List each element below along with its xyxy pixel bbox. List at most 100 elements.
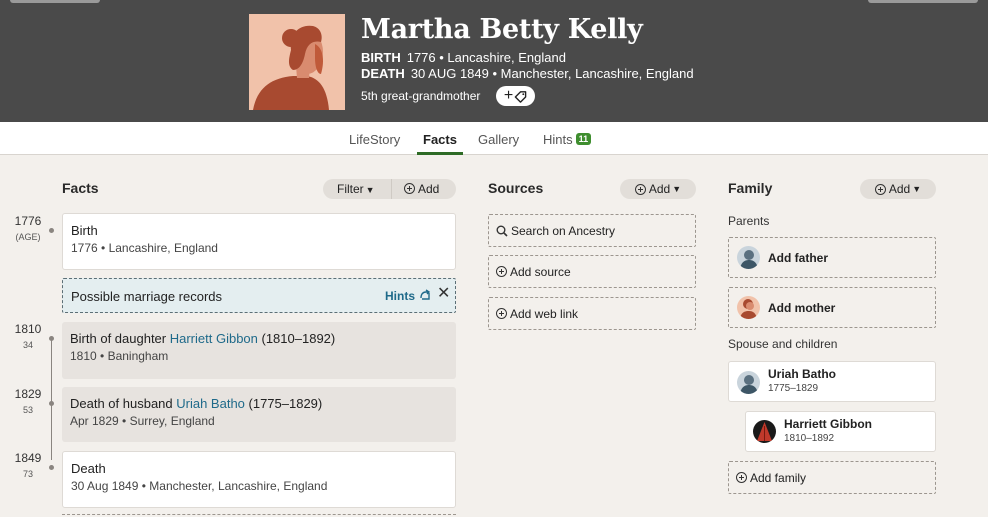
add-web-link-label: Add web link <box>510 306 579 321</box>
male-avatar-icon <box>737 246 760 269</box>
fact-card-husband-death[interactable]: Death of husband Uriah Batho (1775–1829)… <box>62 387 456 442</box>
chevron-down-icon: ▼ <box>365 185 375 195</box>
fact-card-death[interactable]: Death 30 Aug 1849 • Manchester, Lancashi… <box>62 451 456 508</box>
toolbar-divider <box>391 179 392 199</box>
child-card[interactable]: Harriett Gibbon 1810–1892 <box>745 411 936 452</box>
add-fact-button[interactable]: Add <box>404 182 439 196</box>
timeline-year-1829: 1829 <box>14 387 42 401</box>
fact-title: Death of husband Uriah Batho (1775–1829) <box>70 396 448 411</box>
header-edge-left <box>10 0 100 3</box>
add-father-label: Add father <box>768 250 828 265</box>
plus-circle-icon <box>404 183 415 194</box>
add-fact-label: Add <box>418 182 440 196</box>
hints-link[interactable]: Hints <box>385 289 415 303</box>
woman-silhouette-icon <box>253 25 329 110</box>
marriage-hint-card[interactable]: Possible marriage records Hints ✕ <box>62 278 456 313</box>
fact-prefix: Birth of daughter <box>70 331 170 346</box>
tag-icon <box>514 90 527 103</box>
fact-prefix: Death of husband <box>70 396 177 411</box>
chevron-down-icon: ▼ <box>912 184 922 194</box>
add-family-button[interactable]: Add family <box>728 461 936 494</box>
add-source-label: Add <box>648 182 671 196</box>
timeline-year-1810: 1810 <box>14 322 42 336</box>
active-tab-indicator <box>417 152 463 155</box>
fact-card-birth[interactable]: Birth 1776 • Lancashire, England <box>62 213 456 270</box>
timeline-year-1776: 1776 <box>14 214 42 228</box>
tab-bar: LifeStory Facts Gallery Hints 11 <box>0 122 988 155</box>
plus-circle-icon <box>736 472 747 483</box>
search-on-ancestry-label: Search on Ancestry <box>511 223 616 238</box>
relationship-label: 5th great-grandmother <box>361 89 481 103</box>
timeline-dot <box>49 465 54 470</box>
hint-text: Possible marriage records <box>71 289 223 304</box>
plus-circle-icon <box>634 183 646 195</box>
fact-years: (1810–1892) <box>257 331 336 346</box>
fact-years: (1775–1829) <box>244 396 323 411</box>
child-name: Harriett Gibbon <box>784 417 873 431</box>
spouse-children-label: Spouse and children <box>728 337 838 351</box>
add-tag-button[interactable]: + <box>496 86 535 106</box>
fact-card-daughter-birth[interactable]: Birth of daughter Harriett Gibbon (1810–… <box>62 322 456 379</box>
daughter-link[interactable]: Harriett Gibbon <box>170 331 258 346</box>
spouse-name: Uriah Batho <box>768 367 837 381</box>
fact-detail: 1776 • Lancashire, England <box>71 241 218 255</box>
sources-heading: Sources <box>488 180 544 196</box>
fact-title: Death <box>71 461 106 476</box>
tab-gallery[interactable]: Gallery <box>478 132 519 147</box>
plus-circle-icon <box>874 183 886 195</box>
child-avatar-photo <box>753 420 776 443</box>
fact-title: Birth <box>71 223 98 238</box>
birth-value: 1776 • Lancashire, England <box>406 50 566 65</box>
tab-facts[interactable]: Facts <box>423 132 457 147</box>
fact-detail: 30 Aug 1849 • Manchester, Lancashire, En… <box>71 479 328 493</box>
timeline-age-1776: (AGE) <box>15 232 41 242</box>
close-icon[interactable]: ✕ <box>437 283 450 303</box>
female-avatar-icon <box>737 296 760 319</box>
tab-hints-label: Hints <box>543 132 573 147</box>
tab-lifestory[interactable]: LifeStory <box>349 132 400 147</box>
timeline-age-1849: 73 <box>22 469 33 479</box>
add-source-item-label: Add source <box>510 264 571 279</box>
add-family-menu-button[interactable]: Add ▼ <box>860 179 936 199</box>
add-father-button[interactable]: Add father <box>728 237 936 278</box>
timeline-year-1849: 1849 <box>14 451 42 465</box>
facts-toolbar: Filter ▼ Add <box>323 179 456 199</box>
facts-heading: Facts <box>62 180 99 196</box>
fact-detail: Apr 1829 • Surrey, England <box>70 414 215 428</box>
hint-refresh-icon <box>420 289 431 300</box>
death-value: 30 AUG 1849 • Manchester, Lancashire, En… <box>410 66 694 81</box>
add-source-button[interactable]: Add source <box>488 255 696 288</box>
husband-link[interactable]: Uriah Batho <box>176 396 245 411</box>
profile-header: Martha Betty Kelly BIRTH 1776 • Lancashir… <box>0 0 988 122</box>
header-edge-right <box>868 0 978 3</box>
person-name: Martha Betty Kelly <box>361 14 643 45</box>
chevron-down-icon: ▼ <box>672 184 682 194</box>
death-label: DEATH <box>361 66 405 81</box>
plus-circle-icon <box>496 308 507 319</box>
add-web-link-button[interactable]: Add web link <box>488 297 696 330</box>
timeline-line <box>51 340 52 460</box>
search-icon <box>496 225 508 237</box>
plus-icon: + <box>503 87 514 104</box>
spouse-dates: 1775–1829 <box>768 383 819 394</box>
add-source-menu-button[interactable]: Add ▼ <box>620 179 696 199</box>
filter-label: Filter <box>337 182 364 196</box>
fact-detail: 1810 • Baningham <box>70 349 169 363</box>
spouse-card[interactable]: Uriah Batho 1775–1829 <box>728 361 936 402</box>
birth-label: BIRTH <box>361 50 401 65</box>
tab-hints[interactable]: Hints 11 <box>543 132 592 147</box>
filter-button[interactable]: Filter ▼ <box>337 182 375 196</box>
male-avatar-icon <box>737 371 760 394</box>
timeline-age-1829: 53 <box>22 405 33 415</box>
add-mother-label: Add mother <box>768 300 836 315</box>
family-heading: Family <box>728 180 773 196</box>
death-line: DEATH 30 AUG 1849 • Manchester, Lancashir… <box>361 66 694 81</box>
fact-title: Birth of daughter Harriett Gibbon (1810–… <box>70 331 448 346</box>
birth-line: BIRTH 1776 • Lancashire, England <box>361 50 566 65</box>
search-on-ancestry-button[interactable]: Search on Ancestry <box>488 214 696 247</box>
hints-count-badge: 11 <box>575 133 592 145</box>
add-mother-button[interactable]: Add mother <box>728 287 936 328</box>
timeline-age-1810: 34 <box>22 340 33 350</box>
add-family-label: Add family <box>750 470 807 485</box>
portrait-avatar[interactable] <box>249 14 345 110</box>
